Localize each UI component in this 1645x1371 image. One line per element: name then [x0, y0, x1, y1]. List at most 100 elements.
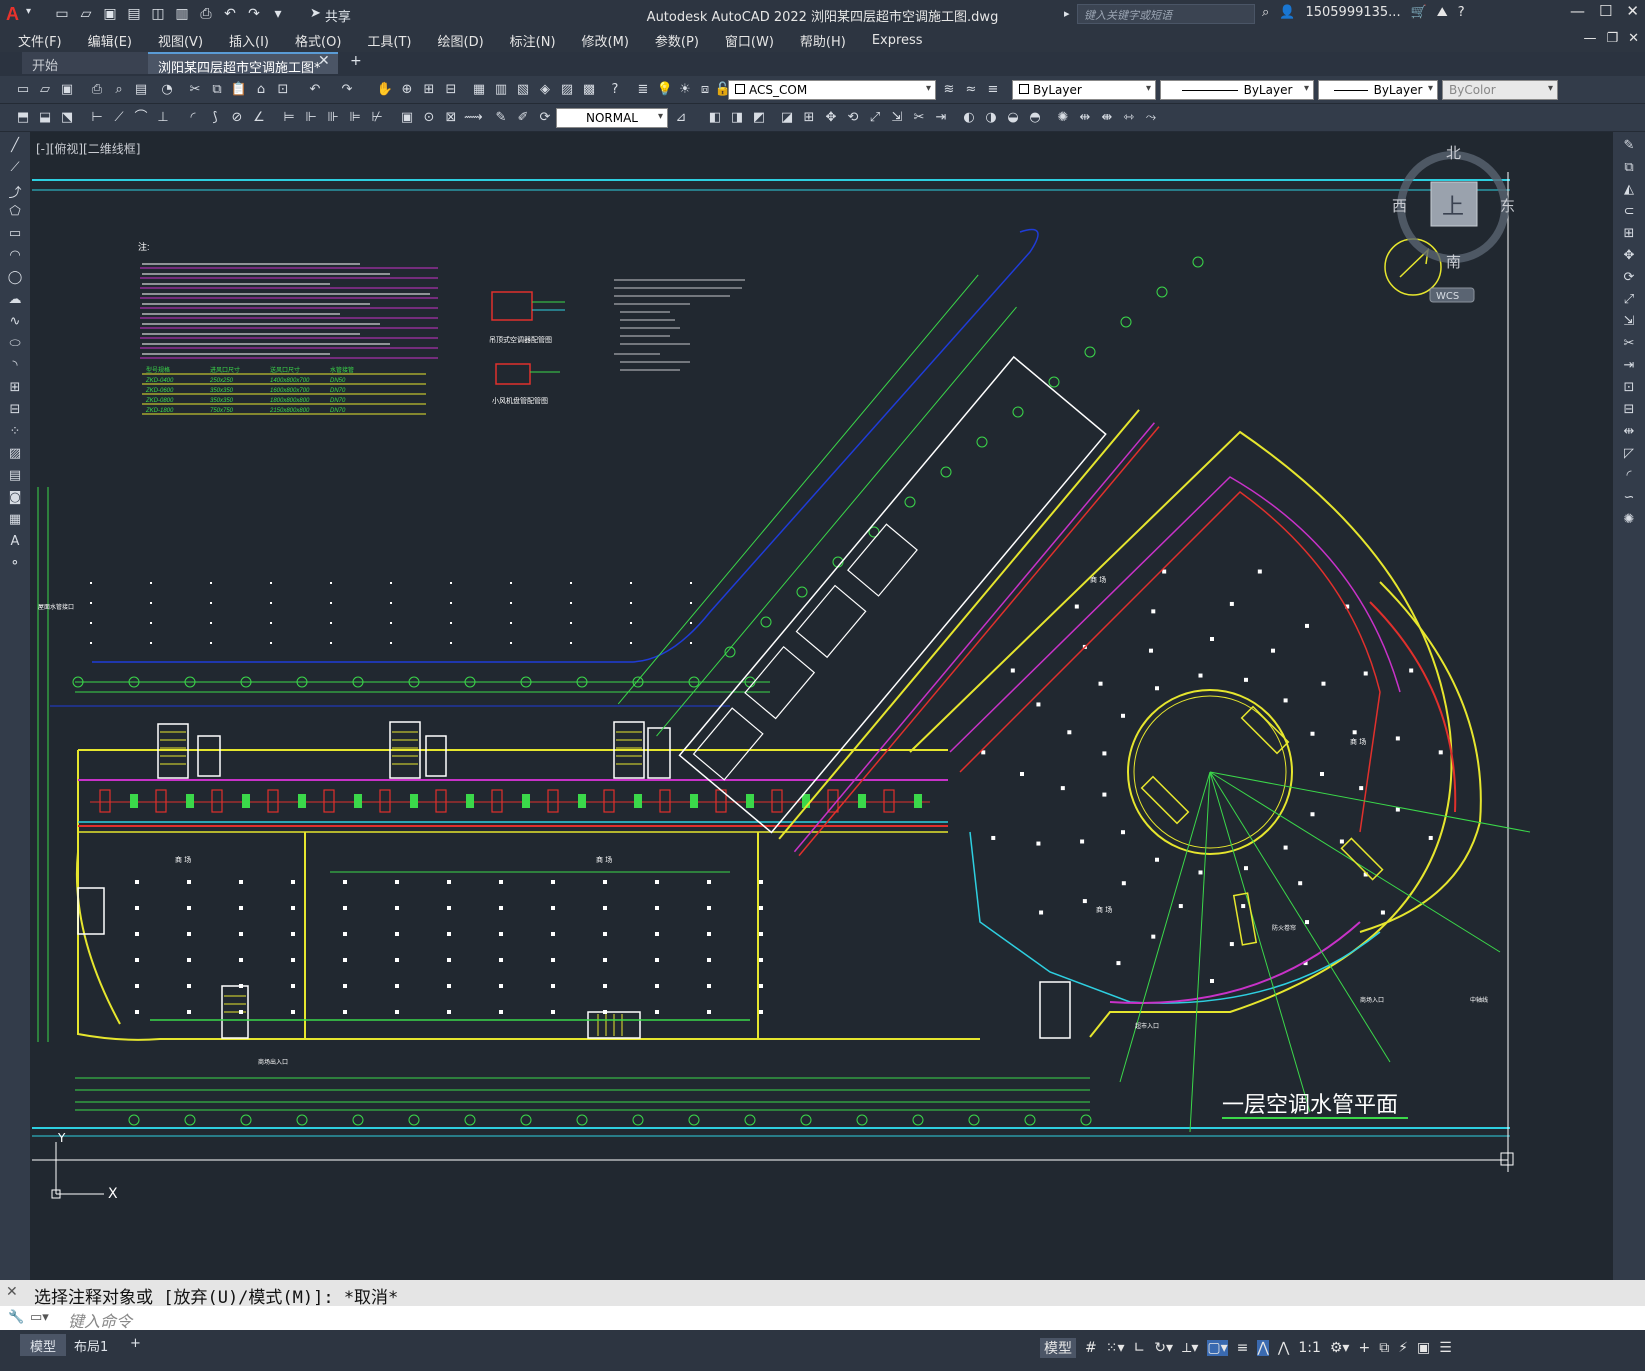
publish-icon[interactable]: ▤ — [132, 81, 150, 99]
dim-break-icon[interactable]: ⊬ — [368, 109, 386, 127]
saveas-icon[interactable]: ▤ — [124, 4, 144, 24]
viewcube[interactable]: 上 北 南 西 东 WCS — [1392, 144, 1515, 303]
menu-tools[interactable]: 工具(T) — [367, 31, 411, 50]
hatch-icon[interactable]: ▨ — [5, 446, 25, 464]
dim-aligned-icon[interactable]: ⟋ — [110, 109, 128, 127]
move-icon[interactable]: ✥ — [1619, 248, 1639, 266]
lengthen-icon[interactable]: ⇹ — [1076, 109, 1094, 127]
array-icon[interactable]: ⊞ — [1619, 226, 1639, 244]
break-point-icon[interactable]: ⊡ — [1619, 380, 1639, 398]
undo-icon[interactable]: ↶ — [306, 81, 324, 99]
model-space-button[interactable]: 模型 — [1040, 1338, 1076, 1358]
wcs-menu[interactable]: WCS — [1436, 291, 1459, 302]
offset-icon[interactable]: ◪ — [778, 109, 796, 127]
new-tab-icon[interactable]: + — [350, 53, 362, 69]
autodesk-app-icon[interactable]: ⛰ — [1437, 5, 1448, 20]
region-icon[interactable]: ◙ — [5, 490, 25, 508]
dim-jogged-icon[interactable]: ⟆ — [206, 109, 224, 127]
save-icon[interactable]: ▣ — [58, 81, 76, 99]
search-input[interactable]: 键入关键字或短语 — [1077, 4, 1255, 24]
annotation-scale[interactable]: 1:1 — [1298, 1340, 1321, 1356]
tab-close-icon[interactable]: ✕ — [318, 53, 330, 69]
move-icon[interactable]: ✥ — [822, 109, 840, 127]
tolerance-icon[interactable]: ▣ — [398, 109, 416, 127]
rotate-icon[interactable]: ⟲ — [844, 109, 862, 127]
command-recent-icon[interactable]: ▭▾ — [30, 1310, 49, 1325]
fillet-icon[interactable]: ◓ — [1026, 109, 1044, 127]
help-icon[interactable]: ? — [606, 81, 624, 99]
zoom-realtime-icon[interactable]: ⊕ — [398, 81, 416, 99]
menu-window[interactable]: 窗口(W) — [725, 31, 774, 50]
sheet-set-icon[interactable]: ◈ — [536, 81, 554, 99]
menu-format[interactable]: 格式(O) — [295, 31, 341, 50]
plot-icon[interactable]: ⎙ — [88, 81, 106, 99]
zoom-window-icon[interactable]: ⊞ — [420, 81, 438, 99]
blend-icon[interactable]: ⇿ — [1120, 109, 1138, 127]
dim-linear-icon[interactable]: ⊢ — [88, 109, 106, 127]
lineweight-icon[interactable]: ≡ — [1237, 1340, 1249, 1356]
add-layout-icon[interactable]: + — [120, 1334, 151, 1356]
match-icon[interactable]: ⬒ — [14, 109, 32, 127]
plus-icon[interactable]: + — [1358, 1340, 1370, 1356]
block-icon[interactable]: ⬓ — [36, 109, 54, 127]
mirror-icon[interactable]: ◩ — [750, 109, 768, 127]
lineweight-dropdown[interactable]: ByLayer ▾ — [1318, 80, 1438, 100]
tab-drawing[interactable]: 浏阳某四层超市空调施工图* — [148, 52, 338, 76]
maximize-icon[interactable]: ☐ — [1599, 2, 1612, 20]
viewcube-west[interactable]: 西 — [1392, 197, 1407, 215]
grip-square[interactable] — [1500, 1152, 1514, 1166]
workspace-icon[interactable]: ⚙▾ — [1330, 1340, 1350, 1356]
chamfer-icon[interactable]: ◒ — [1004, 109, 1022, 127]
mtext-icon[interactable]: A — [5, 534, 25, 552]
menu-draw[interactable]: 绘图(D) — [438, 31, 484, 50]
construction-line-icon[interactable]: ⟋ — [5, 160, 25, 178]
viewcube-south[interactable]: 南 — [1446, 253, 1461, 271]
join-icon[interactable]: ◑ — [982, 109, 1000, 127]
dim-text-edit-icon[interactable]: ✐ — [514, 109, 532, 127]
cart-icon[interactable]: 🛒 — [1411, 5, 1427, 20]
trim-icon[interactable]: ✂ — [1619, 336, 1639, 354]
linetype-dropdown[interactable]: ByLayer ▾ — [1160, 80, 1314, 100]
snap-icon[interactable]: ⁙▾ — [1106, 1340, 1125, 1356]
copy-icon[interactable]: ⧉ — [1619, 160, 1639, 178]
dim-angular-icon[interactable]: ∠ — [250, 109, 268, 127]
quickcalc-icon[interactable]: ▩ — [580, 81, 598, 99]
publish-icon[interactable]: ▥ — [172, 4, 192, 24]
attr-icon[interactable]: ⬔ — [58, 109, 76, 127]
quick-dim-icon[interactable]: ⊨ — [280, 109, 298, 127]
line-icon[interactable]: ╱ — [5, 138, 25, 156]
align-icon[interactable]: ⇼ — [1098, 109, 1116, 127]
ellipse-icon[interactable]: ⬭ — [5, 336, 25, 354]
center-mark-icon[interactable]: ⊙ — [420, 109, 438, 127]
plot-preview-icon[interactable]: ⌕ — [110, 81, 128, 99]
search-icon[interactable]: ⌕ — [1262, 5, 1269, 20]
break-icon[interactable]: ◐ — [960, 109, 978, 127]
rectangle-icon[interactable]: ▭ — [5, 226, 25, 244]
polar-icon[interactable]: ↻▾ — [1154, 1340, 1173, 1356]
search-expand-icon[interactable]: ▸ — [1064, 7, 1070, 20]
menu-file[interactable]: 文件(F) — [18, 31, 62, 50]
dim-baseline-icon[interactable]: ⊩ — [302, 109, 320, 127]
scale-icon[interactable]: ⤢ — [1619, 292, 1639, 310]
grid-icon[interactable]: # — [1085, 1340, 1097, 1356]
doc-close-icon[interactable]: ✕ — [1628, 31, 1639, 46]
fillet-icon[interactable]: ◜ — [1619, 468, 1639, 486]
osnap-icon[interactable]: ▢▾ — [1207, 1340, 1228, 1356]
copy-object-icon[interactable]: ◨ — [728, 109, 746, 127]
menu-parametric[interactable]: 参数(P) — [655, 31, 699, 50]
layer-dropdown[interactable]: ACS_COM ▾ — [728, 80, 936, 100]
share-button[interactable]: ➤ 共享 — [310, 6, 351, 25]
dim-diameter-icon[interactable]: ⊘ — [228, 109, 246, 127]
layer-states-icon[interactable]: ≡ — [984, 81, 1002, 99]
chamfer-icon[interactable]: ◸ — [1619, 446, 1639, 464]
auto-scale-icon[interactable]: ⋀ — [1278, 1340, 1289, 1356]
tool-palettes-icon[interactable]: ▧ — [514, 81, 532, 99]
menu-modify[interactable]: 修改(M) — [582, 31, 629, 50]
properties-icon[interactable]: ▦ — [470, 81, 488, 99]
mirror-icon[interactable]: ◭ — [1619, 182, 1639, 200]
dimstyle-dropdown[interactable]: NORMAL ▾ — [556, 108, 668, 128]
dim-update-icon[interactable]: ⟳ — [536, 109, 554, 127]
doc-restore-icon[interactable]: ❐ — [1606, 31, 1618, 46]
trim-icon[interactable]: ✂ — [910, 109, 928, 127]
plot-icon[interactable]: ⎙ — [196, 4, 216, 24]
